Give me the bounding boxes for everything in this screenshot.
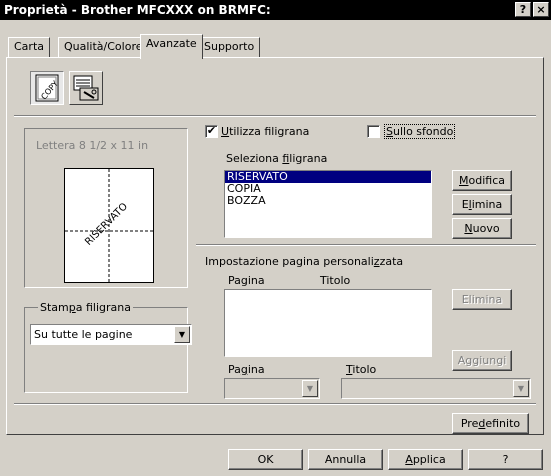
stampa-select-value: Su tutte le pagine [34, 328, 133, 341]
divider [196, 244, 536, 246]
page-select[interactable]: ▼ [224, 378, 320, 399]
apply-button[interactable]: Applica [388, 449, 463, 470]
title-select[interactable]: ▼ [341, 378, 531, 399]
background-label: Sullo sfondo [384, 124, 456, 139]
col-page-label: Pagina [228, 274, 265, 287]
title-bar: Proprietà - Brother MFCXXX on BRMFC: [0, 0, 551, 20]
stampa-group-box [24, 307, 188, 393]
paper-size-label: Lettera 8 1/2 x 11 in [36, 139, 149, 152]
title-label: Titolo [346, 363, 377, 376]
divider [14, 403, 536, 405]
watermark-list[interactable]: RISERVATO COPIA BOZZA [224, 170, 432, 238]
device-settings-icon [73, 75, 99, 101]
tab-carta[interactable]: Carta [8, 37, 50, 57]
divider [14, 115, 536, 117]
tab-supporto[interactable]: Supporto [198, 37, 261, 57]
page-label: Pagina [228, 363, 265, 376]
close-button[interactable]: × [533, 2, 549, 17]
ok-button[interactable]: OK [228, 449, 303, 470]
delete-watermark-button[interactable]: Elimina [452, 194, 512, 215]
add-button[interactable]: Aggiungi [452, 350, 512, 371]
stampa-select[interactable]: Su tutte le pagine ▼ [30, 324, 192, 345]
tab-avanzate[interactable]: Avanzate [140, 34, 203, 59]
copy-watermark-icon-button[interactable]: COPY [30, 71, 64, 105]
select-watermark-label: Seleziona filigrana [226, 152, 328, 165]
help-button[interactable]: ? [468, 449, 543, 470]
copy-icon: COPY [35, 74, 60, 102]
default-button[interactable]: Predefinito [452, 413, 529, 434]
col-title-label: Titolo [320, 274, 351, 287]
device-options-icon-button[interactable] [69, 71, 103, 105]
custom-section-label: Impostazione pagina personalizzata [205, 255, 404, 268]
modify-button[interactable]: Modifica [452, 170, 512, 191]
new-button[interactable]: Nuovo [452, 218, 512, 239]
stampa-group-label: Stampa filigrana [38, 301, 133, 314]
background-checkbox[interactable] [367, 125, 380, 138]
custom-page-list[interactable] [224, 289, 432, 357]
cancel-button[interactable]: Annulla [308, 449, 383, 470]
help-title-button[interactable]: ? [515, 2, 531, 17]
window-title: Proprietà - Brother MFCXXX on BRMFC: [4, 3, 271, 17]
tab-qualita-colore[interactable]: Qualità/Colore [58, 37, 149, 57]
chevron-down-icon[interactable]: ▼ [174, 326, 190, 343]
chevron-down-icon[interactable]: ▼ [513, 380, 529, 397]
use-watermark-checkbox[interactable]: ✔ [205, 125, 218, 138]
delete-custom-button[interactable]: Elimina [452, 289, 512, 310]
use-watermark-label: Utilizza filigrana [221, 125, 310, 138]
page-preview: RISERVATO [64, 168, 154, 283]
chevron-down-icon[interactable]: ▼ [302, 380, 318, 397]
list-item[interactable]: BOZZA [225, 195, 431, 207]
